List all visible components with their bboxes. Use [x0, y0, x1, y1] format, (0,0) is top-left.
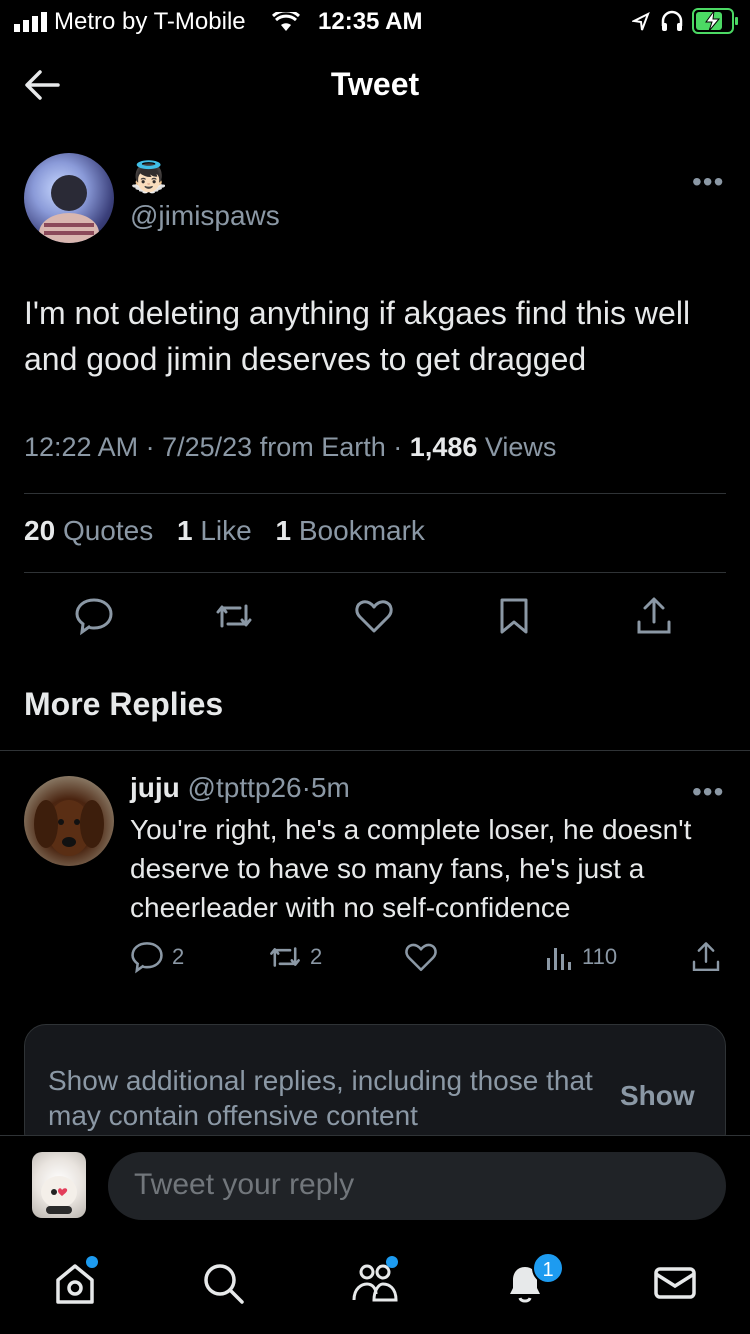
divider	[0, 750, 750, 751]
reply-author-name[interactable]: juju	[130, 772, 180, 803]
views-count: 110	[582, 944, 618, 969]
reply-age: 5m	[310, 772, 350, 803]
wifi-icon	[272, 12, 300, 31]
clock: 12:35 AM	[318, 8, 423, 35]
reply-reply-action[interactable]: 2	[130, 940, 184, 974]
bottom-tab-bar: 1	[0, 1250, 750, 1320]
reply-like-action[interactable]	[404, 940, 438, 974]
notifications-badge: 1	[532, 1252, 564, 1284]
carrier-name: Metro by T-Mobile	[54, 8, 246, 35]
tweet-source: from Earth	[259, 432, 386, 462]
tweet-stats: 20 Quotes 1 Like 1 Bookmark	[24, 515, 425, 547]
page-title: Tweet	[330, 66, 420, 102]
tweet-meta: 12:22 AM · 7/25/23 from Earth · 1,486 Vi…	[24, 432, 556, 463]
reply-views-action[interactable]: 110	[544, 940, 617, 974]
location-arrow-icon	[632, 12, 650, 31]
meta-separator: ·	[301, 772, 311, 803]
reply-more-icon[interactable]: •••	[692, 776, 724, 808]
divider	[0, 1135, 750, 1136]
reply-header: juju @tpttp26·5m	[130, 772, 350, 804]
display-name-emoji: 👼🏻	[130, 161, 168, 194]
like-heart-icon[interactable]	[354, 596, 394, 636]
meta-separator: ·	[393, 432, 403, 462]
views-label: Views	[484, 432, 557, 462]
retweet-count: 2	[310, 944, 323, 969]
author-avatar[interactable]	[24, 153, 114, 243]
tweet-time: 12:22 AM	[24, 432, 139, 462]
status-bar: Metro by T-Mobile 12:35 AM	[0, 0, 750, 44]
author-handle[interactable]: @jimispaws	[130, 200, 280, 232]
tweet-date: 7/25/23	[162, 432, 253, 462]
bookmarks-stat[interactable]: 1 Bookmark	[276, 515, 425, 546]
bookmark-icon[interactable]	[494, 596, 534, 636]
retweet-icon[interactable]	[214, 596, 254, 636]
tweet-more-icon[interactable]: •••	[692, 166, 724, 198]
home-unread-dot	[86, 1256, 98, 1268]
reply-share-action[interactable]	[690, 940, 722, 974]
reply-actions: 2 2 110	[0, 940, 750, 976]
retweet-icon	[270, 947, 300, 967]
headphones-icon	[661, 10, 683, 31]
reply-author-handle[interactable]: @tpttp26	[188, 772, 302, 803]
show-button[interactable]: Show	[620, 1080, 695, 1112]
reply-retweet-action[interactable]: 2	[268, 940, 322, 974]
tweet-actions	[0, 596, 750, 636]
tweet-text: I'm not deleting anything if akgaes find…	[24, 295, 691, 377]
like-heart-icon	[405, 943, 437, 972]
views-chart-icon	[547, 948, 571, 970]
more-replies-heading: More Replies	[24, 686, 224, 722]
likes-stat[interactable]: 1 Like	[177, 515, 252, 546]
share-icon	[692, 942, 720, 971]
reply-count: 2	[172, 944, 185, 969]
additional-replies-text: Show additional replies, including those…	[48, 1065, 593, 1131]
signal-icon	[14, 12, 47, 32]
reply-icon	[131, 942, 163, 974]
quotes-stat[interactable]: 20 Quotes	[24, 515, 153, 546]
my-avatar[interactable]	[32, 1152, 86, 1218]
communities-unread-dot	[386, 1256, 398, 1268]
reply-text: You're right, he's a complete loser, he …	[130, 814, 692, 923]
battery-charging-icon	[692, 8, 738, 34]
search-icon[interactable]	[198, 1258, 248, 1308]
views-count: 1,486	[409, 432, 478, 462]
reply-avatar[interactable]	[24, 776, 114, 866]
messages-envelope-icon[interactable]	[650, 1258, 700, 1308]
divider	[24, 572, 726, 573]
share-icon[interactable]	[634, 596, 674, 636]
meta-separator: ·	[145, 432, 155, 462]
divider	[24, 493, 726, 494]
reply-input-placeholder: Tweet your reply	[134, 1168, 355, 1201]
reply-icon[interactable]	[74, 596, 114, 636]
